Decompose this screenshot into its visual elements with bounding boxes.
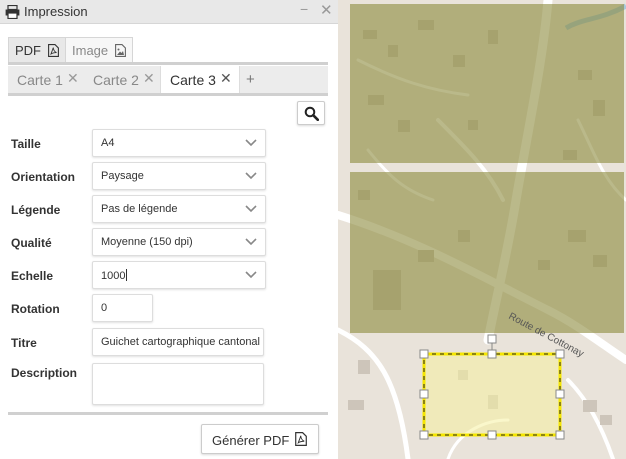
resize-handle-n[interactable] — [487, 349, 497, 359]
map-view[interactable]: Route de Cottonay — [338, 0, 626, 459]
tab-carte-3-close-icon[interactable]: ✕ — [220, 70, 232, 87]
chevron-down-icon — [245, 271, 257, 279]
tab-image[interactable]: Image — [65, 37, 133, 62]
text-caret — [126, 269, 128, 281]
titre-input[interactable]: Guichet cartographique cantonal — [92, 328, 264, 356]
echelle-combobox[interactable]: 1000 — [92, 261, 266, 289]
panel-titlebar: Impression − ✕ — [0, 0, 338, 24]
orientation-label: Orientation — [11, 170, 76, 184]
search-button[interactable] — [297, 101, 325, 125]
chevron-down-icon — [245, 205, 257, 213]
file-pdf-icon — [295, 432, 307, 446]
print-panel: Impression − ✕ PDF Image Carte 1 ✕ Carte — [0, 0, 338, 459]
taille-value: A4 — [101, 137, 115, 149]
resize-handle-w[interactable] — [419, 389, 429, 399]
tab-pdf-label: PDF — [15, 43, 41, 58]
qualite-value: Moyenne (150 dpi) — [101, 236, 193, 248]
resize-handle-nw[interactable] — [419, 349, 429, 359]
taille-select[interactable]: A4 — [92, 129, 266, 157]
map-canvas[interactable]: Route de Cottonay — [338, 0, 626, 459]
orientation-select[interactable]: Paysage — [92, 162, 266, 190]
rotation-label: Rotation — [11, 302, 60, 316]
generate-pdf-label: Générer PDF — [212, 433, 290, 448]
chevron-down-icon — [245, 238, 257, 246]
chevron-down-icon — [245, 139, 257, 147]
tab-carte-3[interactable]: Carte 3 ✕ — [160, 66, 240, 93]
search-icon — [304, 106, 319, 121]
taille-label: Taille — [11, 137, 41, 151]
tab-pdf[interactable]: PDF — [8, 37, 66, 62]
echelle-value-wrap: 1000 — [101, 269, 128, 282]
resize-handle-s[interactable] — [487, 430, 497, 440]
legende-label: Légende — [11, 203, 61, 217]
tab-carte-2-close-icon[interactable]: ✕ — [143, 70, 155, 87]
tab-carte-1-label: Carte 1 — [17, 72, 63, 88]
rotate-handle[interactable] — [487, 334, 497, 344]
close-button[interactable]: ✕ — [320, 1, 333, 19]
legende-value: Pas de légende — [101, 203, 178, 215]
footer-divider — [8, 412, 328, 415]
generate-pdf-button[interactable]: Générer PDF — [201, 424, 319, 454]
file-image-icon — [114, 44, 126, 57]
file-pdf-icon — [47, 44, 59, 57]
print-extent-active[interactable] — [422, 352, 562, 437]
minimize-button[interactable]: − — [300, 1, 308, 17]
print-extent-2 — [350, 172, 624, 333]
resize-handle-e[interactable] — [555, 389, 565, 399]
rotation-input[interactable]: 0 — [92, 294, 153, 322]
chevron-down-icon — [245, 172, 257, 180]
printer-icon — [5, 5, 20, 19]
echelle-label: Echelle — [11, 269, 54, 283]
resize-handle-ne[interactable] — [555, 349, 565, 359]
echelle-value: 1000 — [101, 270, 126, 282]
rotation-value: 0 — [101, 302, 108, 314]
qualite-select[interactable]: Moyenne (150 dpi) — [92, 228, 266, 256]
tab-carte-1-close-icon[interactable]: ✕ — [67, 70, 79, 87]
tab-carte-2-label: Carte 2 — [93, 72, 139, 88]
tab-carte-3-label: Carte 3 — [170, 72, 216, 88]
tab-carte-2[interactable]: Carte 2 ✕ — [84, 66, 160, 93]
format-tabs: PDF Image — [8, 37, 328, 65]
description-label: Description — [11, 366, 78, 380]
panel-title: Impression — [24, 4, 88, 19]
legende-select[interactable]: Pas de légende — [92, 195, 266, 223]
qualite-label: Qualité — [11, 236, 52, 250]
resize-handle-sw[interactable] — [419, 430, 429, 440]
titre-label: Titre — [11, 336, 37, 350]
orientation-value: Paysage — [101, 170, 144, 182]
tab-image-label: Image — [72, 43, 109, 58]
map-tabs: Carte 1 ✕ Carte 2 ✕ Carte 3 ✕ + — [8, 66, 328, 96]
print-extent-1 — [350, 4, 624, 163]
titre-value: Guichet cartographique cantonal — [101, 336, 260, 348]
resize-handle-se[interactable] — [555, 430, 565, 440]
tab-carte-1[interactable]: Carte 1 ✕ — [8, 66, 84, 93]
description-textarea[interactable] — [92, 363, 264, 405]
add-tab-button[interactable]: + — [246, 71, 255, 88]
